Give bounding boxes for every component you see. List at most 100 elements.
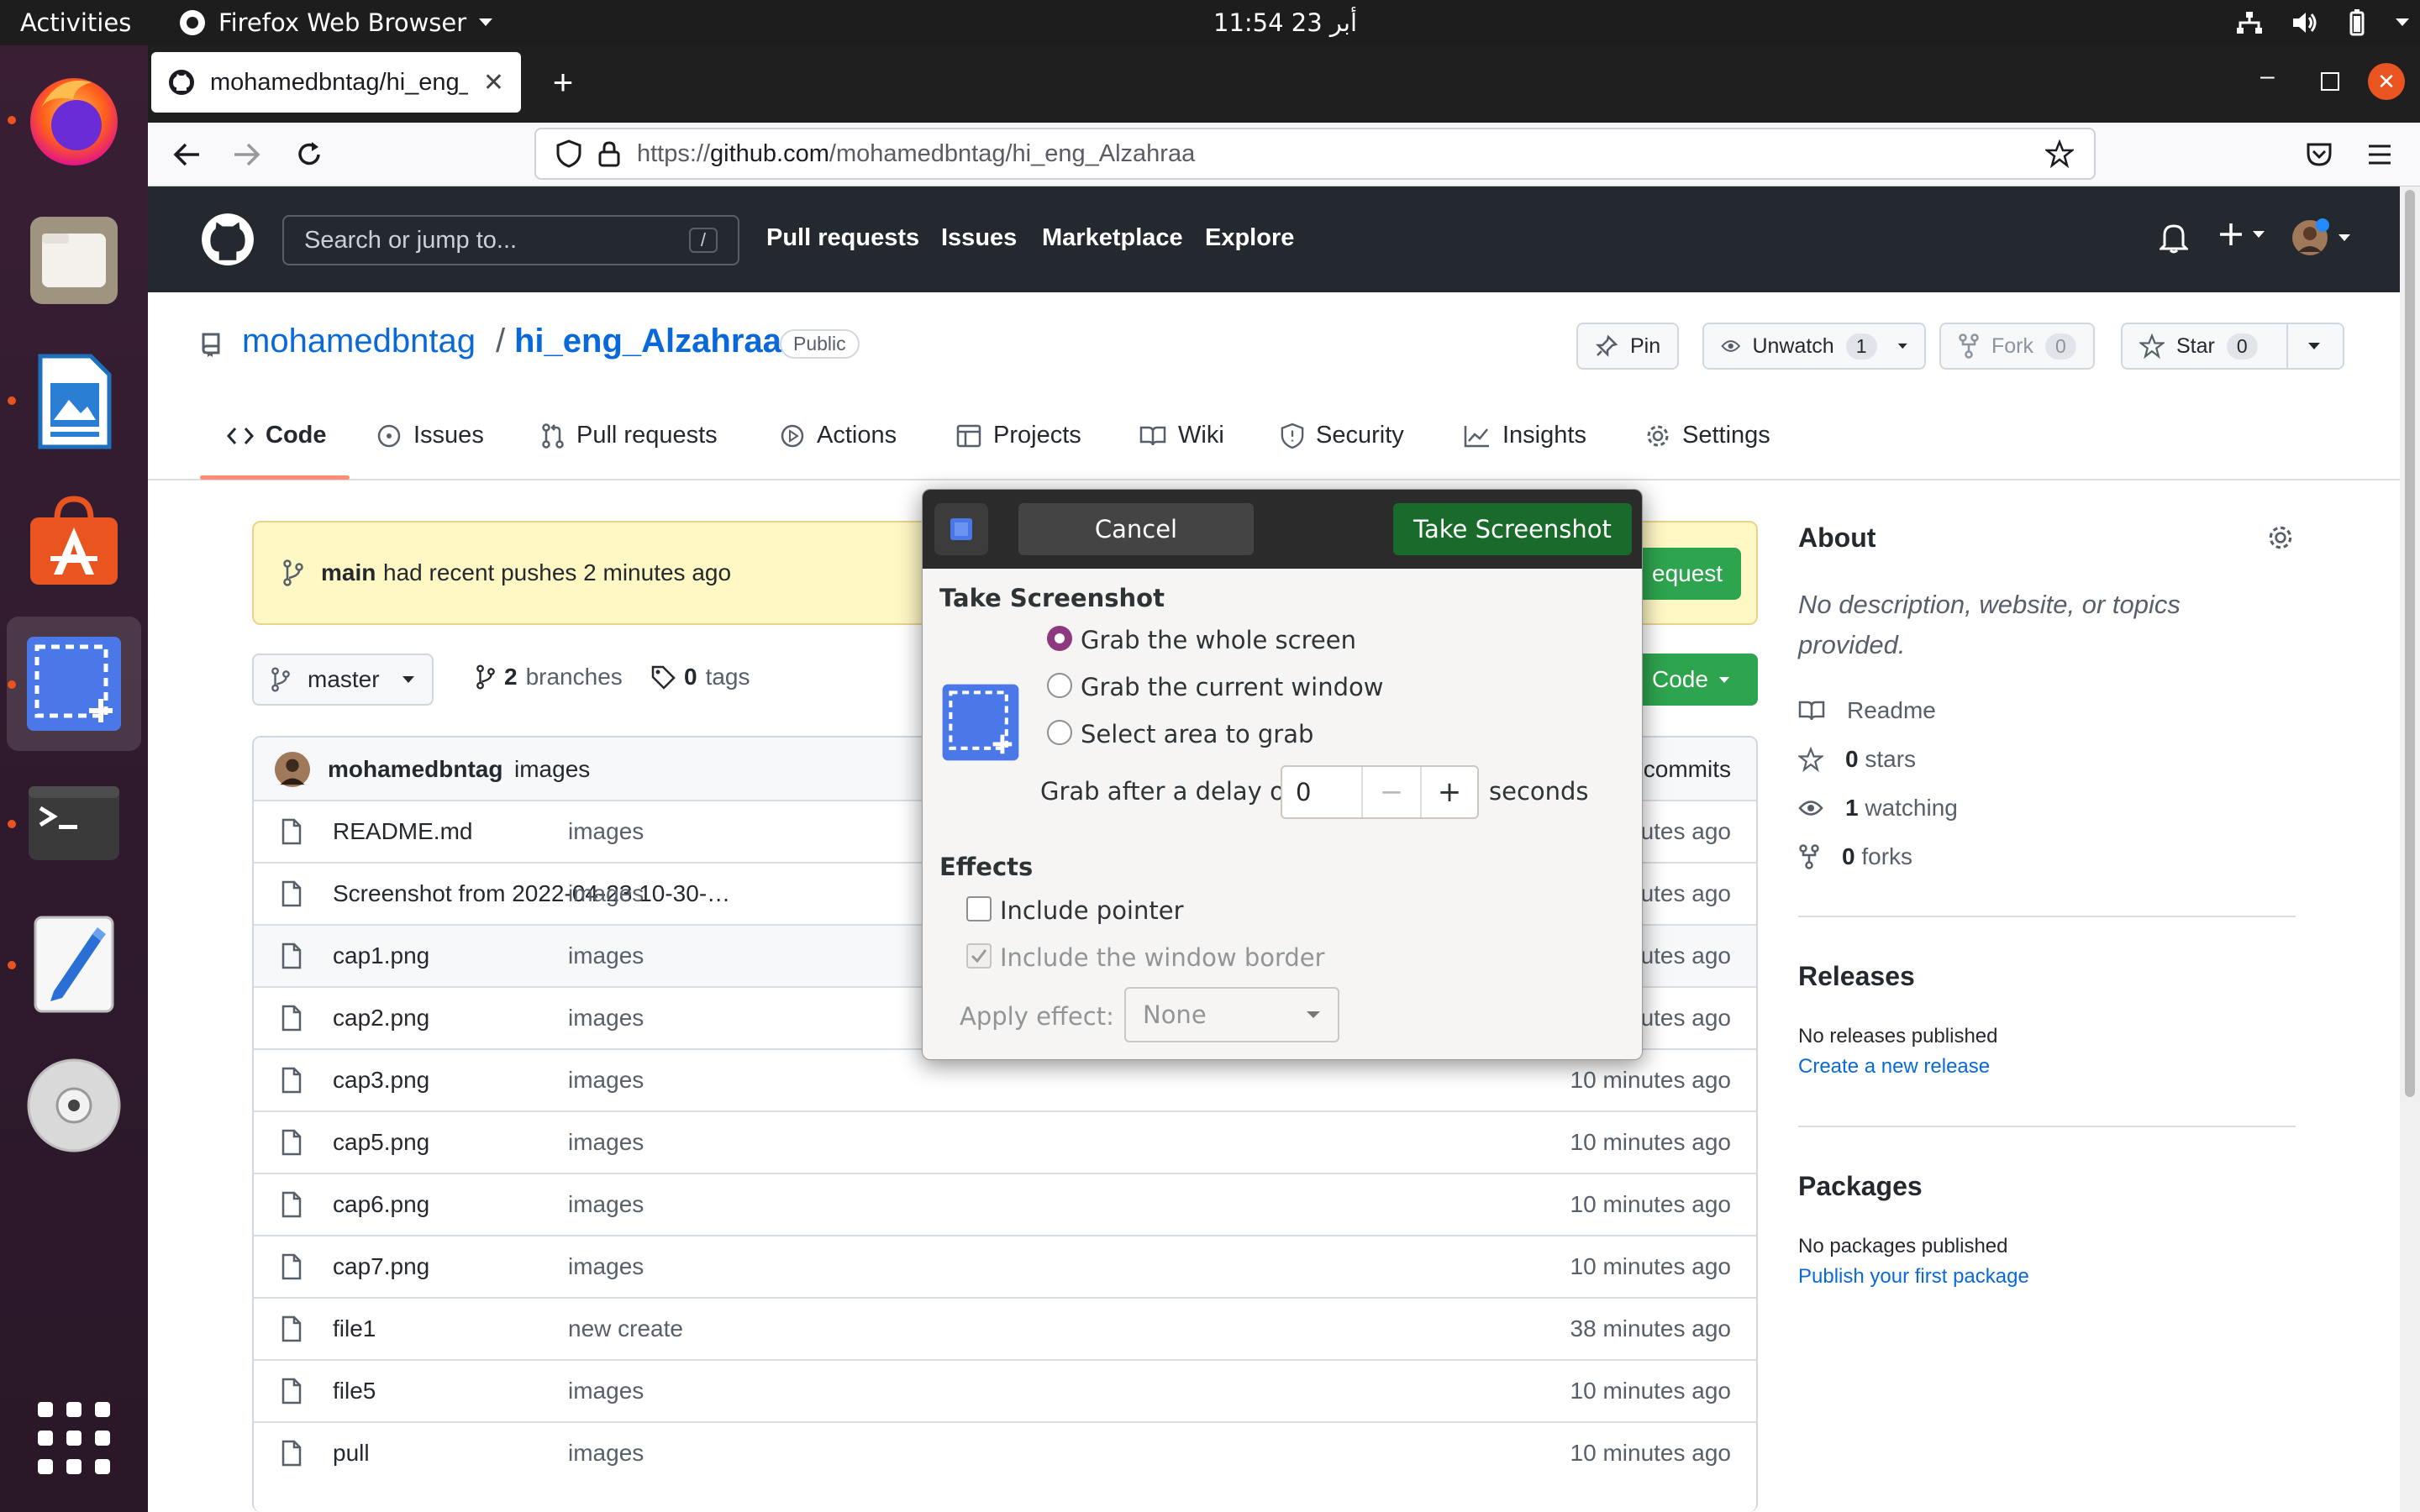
file-name[interactable]: pull (333, 1440, 370, 1467)
take-screenshot-button[interactable]: Take Screenshot (1393, 503, 1632, 555)
file-name[interactable]: file1 (333, 1315, 376, 1342)
option-whole-screen-label[interactable]: Grab the whole screen (1081, 626, 1356, 654)
show-applications-button[interactable] (18, 1383, 129, 1494)
bookmark-star-icon[interactable] (2045, 139, 2074, 168)
tab-pull-requests[interactable]: Pull requests (541, 422, 718, 449)
notifications-button[interactable] (2160, 222, 2188, 254)
file-name[interactable]: cap6.png (333, 1191, 429, 1218)
commit-message[interactable]: images (514, 756, 590, 783)
table-row[interactable]: cap6.png images 10 minutes ago (254, 1173, 1756, 1235)
delay-input[interactable]: 0 (1282, 767, 1361, 817)
reload-button[interactable] (287, 133, 331, 176)
file-name[interactable]: cap5.png (333, 1129, 429, 1156)
file-name[interactable]: file5 (333, 1378, 376, 1404)
include-pointer-checkbox[interactable] (966, 896, 992, 921)
decrement-icon[interactable]: − (1361, 767, 1420, 817)
app-menu-button[interactable] (2358, 133, 2402, 176)
browser-tab[interactable]: mohamedbntag/hi_eng_Alzahraa ✕ (151, 52, 521, 113)
packages-heading[interactable]: Packages (1798, 1171, 1923, 1202)
dock-libreoffice-writer[interactable] (18, 346, 129, 457)
clock[interactable]: 11:54 23 أبر (1213, 0, 1357, 45)
branch-select[interactable]: master (252, 654, 434, 706)
dock-firefox[interactable] (18, 64, 129, 175)
dock-text-editor[interactable] (18, 909, 129, 1020)
dock-ubuntu-software[interactable] (18, 486, 129, 596)
file-commit-message[interactable]: images (568, 1378, 644, 1404)
increment-icon[interactable]: + (1420, 767, 1477, 817)
table-row[interactable]: pull images 10 minutes ago (254, 1421, 1756, 1483)
option-current-window-label[interactable]: Grab the current window (1081, 673, 1383, 701)
nav-issues[interactable]: Issues (941, 224, 1017, 252)
cancel-button[interactable]: Cancel (1018, 503, 1254, 555)
file-commit-message[interactable]: images (568, 1191, 644, 1218)
file-commit-message[interactable]: images (568, 1440, 644, 1467)
nav-marketplace[interactable]: Marketplace (1042, 224, 1183, 252)
window-close-button[interactable]: ✕ (2368, 63, 2405, 100)
system-tray[interactable] (2235, 0, 2410, 45)
compare-pull-request-button[interactable]: equest (1632, 548, 1741, 600)
commits-link[interactable]: commits (1644, 756, 1731, 783)
file-name[interactable]: cap2.png (333, 1005, 429, 1032)
gear-icon[interactable] (2267, 524, 2294, 551)
branches-link[interactable]: 2 branches (476, 664, 623, 690)
dock-files[interactable] (18, 205, 129, 316)
publish-package-link[interactable]: Publish your first package (1798, 1265, 2029, 1289)
file-commit-message[interactable]: images (568, 880, 644, 907)
file-name[interactable]: README.md (333, 818, 472, 845)
dialog-app-button[interactable] (934, 503, 988, 555)
app-menu[interactable]: Firefox Web Browser (178, 0, 493, 45)
stars-link[interactable]: 0 stars (1798, 746, 1916, 773)
tab-projects[interactable]: Projects (956, 422, 1081, 449)
watching-link[interactable]: 1 watching (1798, 795, 1958, 822)
maximize-button[interactable] (2321, 72, 2339, 91)
back-button[interactable] (165, 133, 208, 176)
tab-insights[interactable]: Insights (1464, 422, 1586, 449)
file-name[interactable]: Screenshot from 2022-04-23 10-30-… (333, 880, 730, 907)
file-name[interactable]: cap1.png (333, 942, 429, 969)
create-release-link[interactable]: Create a new release (1798, 1055, 1990, 1079)
table-row[interactable]: file1 new create 38 minutes ago (254, 1297, 1756, 1359)
repo-name-link[interactable]: hi_eng_Alzahraa (514, 323, 781, 360)
tab-issues[interactable]: Issues (376, 422, 484, 449)
file-commit-message[interactable]: images (568, 1129, 644, 1156)
file-name[interactable]: cap3.png (333, 1067, 429, 1094)
tab-wiki[interactable]: Wiki (1139, 422, 1224, 449)
activities-button[interactable]: Activities (20, 0, 131, 45)
scrollbar-thumb[interactable] (2405, 190, 2415, 1097)
tags-link[interactable]: 0 tags (650, 664, 750, 690)
table-row[interactable]: cap7.png images 10 minutes ago (254, 1235, 1756, 1297)
forks-link[interactable]: 0 forks (1798, 843, 1912, 870)
banner-branch[interactable]: main (321, 559, 376, 586)
unwatch-button[interactable]: Unwatch 1 (1702, 323, 1926, 370)
nav-explore[interactable]: Explore (1205, 224, 1294, 252)
include-pointer-label[interactable]: Include pointer (1000, 896, 1184, 925)
file-commit-message[interactable]: images (568, 942, 644, 969)
star-button[interactable]: Star 0 (2121, 323, 2344, 370)
fork-button[interactable]: Fork 0 (1939, 323, 2095, 370)
radio-whole-screen[interactable] (1047, 626, 1072, 651)
pocket-button[interactable] (2297, 133, 2341, 176)
table-row[interactable]: cap5.png images 10 minutes ago (254, 1110, 1756, 1173)
dock-screenshot[interactable] (18, 628, 129, 739)
url-bar[interactable]: https://github.com/mohamedbntag/hi_eng_A… (534, 128, 2096, 180)
include-border-checkbox[interactable] (966, 943, 992, 969)
close-tab-icon[interactable]: ✕ (483, 68, 504, 97)
tab-settings[interactable]: Settings (1645, 422, 1770, 449)
option-select-area-label[interactable]: Select area to grab (1081, 720, 1313, 748)
tab-code[interactable]: Code (227, 422, 327, 449)
user-menu-button[interactable] (2291, 218, 2351, 257)
file-commit-message[interactable]: images (568, 1253, 644, 1280)
github-search-input[interactable]: Search or jump to... / (282, 215, 739, 265)
tab-security[interactable]: Security (1281, 422, 1404, 449)
file-commit-message[interactable]: images (568, 1005, 644, 1032)
minimize-button[interactable]: – (2260, 62, 2275, 91)
releases-heading[interactable]: Releases (1798, 961, 1915, 992)
radio-current-window[interactable] (1047, 673, 1072, 698)
file-commit-message[interactable]: images (568, 818, 644, 845)
dock-terminal[interactable] (18, 768, 129, 879)
file-commit-message[interactable]: new create (568, 1315, 683, 1342)
tab-actions[interactable]: Actions (780, 422, 897, 449)
create-new-button[interactable] (2218, 222, 2265, 247)
readme-link[interactable]: Readme (1798, 697, 1936, 724)
pin-button[interactable]: Pin (1576, 323, 1680, 370)
